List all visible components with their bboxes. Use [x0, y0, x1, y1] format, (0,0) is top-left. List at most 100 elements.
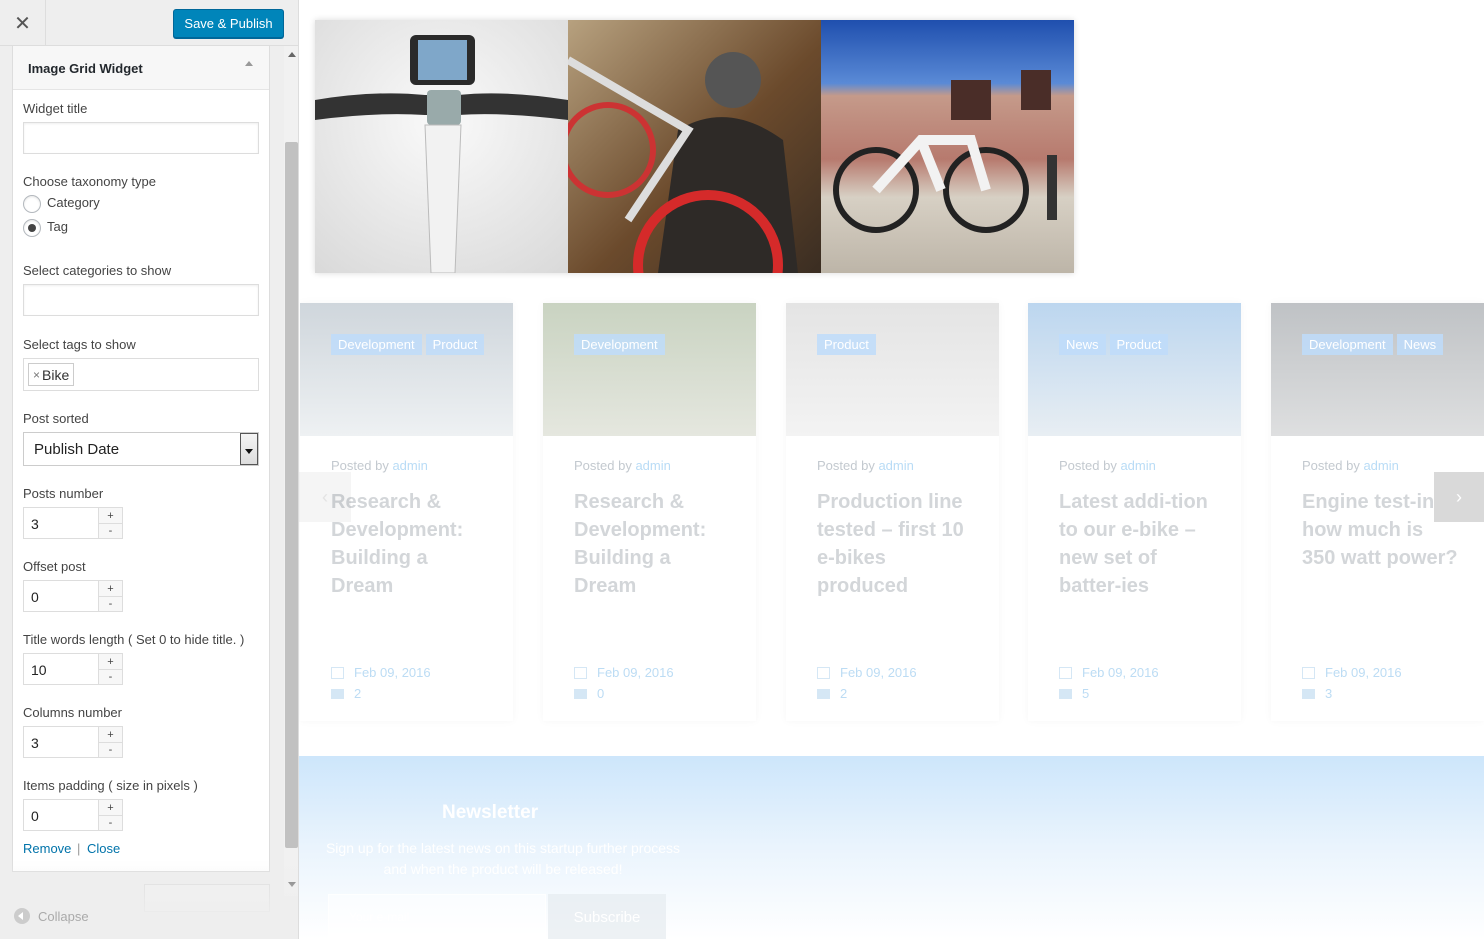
sort-select[interactable]: Publish Date — [23, 432, 259, 466]
tags-label: Select tags to show — [23, 337, 136, 352]
add-widget-button[interactable] — [144, 884, 270, 912]
increment-button[interactable]: + — [99, 800, 122, 815]
e-bike-in-street-image[interactable] — [821, 20, 1074, 273]
rider-carrying-bike-image[interactable] — [568, 20, 821, 273]
post-card[interactable]: Development Posted by admin Research & Dev… — [543, 303, 756, 721]
post-comments[interactable]: 2 — [331, 686, 361, 701]
post-tag-badge[interactable]: News — [1396, 334, 1444, 355]
rider-illustration — [568, 52, 798, 273]
author-link[interactable]: admin — [878, 458, 913, 473]
post-tag-badge[interactable]: Development — [331, 334, 422, 355]
decrement-button[interactable]: - — [99, 523, 122, 538]
offset-value: 0 — [31, 589, 39, 605]
comment-icon — [574, 688, 587, 699]
increment-button[interactable]: + — [99, 581, 122, 596]
post-tag-badge[interactable]: Development — [1302, 334, 1393, 355]
taxonomy-label: Choose taxonomy type — [23, 174, 156, 189]
calendar-icon — [1059, 666, 1072, 679]
post-tag-badge[interactable]: Product — [817, 334, 876, 355]
scrollbar-thumb[interactable] — [285, 142, 298, 848]
close-customizer-button[interactable]: ✕ — [0, 0, 46, 45]
post-date-text: Feb 09, 2016 — [354, 665, 431, 680]
post-date: Feb 09, 2016 — [1302, 665, 1402, 680]
increment-button[interactable]: + — [99, 508, 122, 523]
title-words-stepper[interactable]: 10 + - — [23, 653, 123, 685]
sidebar-scrollbar[interactable] — [284, 46, 298, 896]
posted-by-label: Posted by — [331, 458, 389, 473]
close-widget-link[interactable]: Close — [87, 841, 120, 856]
handlebar-with-phone-image[interactable] — [315, 20, 568, 273]
widget-title-input[interactable] — [23, 122, 259, 154]
columns-stepper[interactable]: 3 + - — [23, 726, 123, 758]
post-thumbnail[interactable] — [786, 303, 999, 436]
radio-tag[interactable] — [23, 219, 41, 237]
post-title[interactable]: Research & Development: Building a Dream — [331, 488, 491, 600]
increment-button[interactable]: + — [99, 727, 122, 742]
tags-select[interactable]: × Bike — [23, 358, 259, 391]
tag-remove-icon[interactable]: × — [33, 368, 40, 382]
street-bike-illustration — [833, 70, 1057, 233]
post-date: Feb 09, 2016 — [817, 665, 917, 680]
post-thumbnail[interactable] — [1028, 303, 1241, 436]
post-title[interactable]: Latest addi-tion to our e-bike – new set… — [1059, 488, 1219, 600]
decrement-button[interactable]: - — [99, 596, 122, 611]
collapse-arrow-icon[interactable] — [245, 61, 253, 66]
post-comments[interactable]: 3 — [1302, 686, 1332, 701]
post-thumbnail[interactable] — [300, 303, 513, 436]
posts-number-label: Posts number — [23, 486, 104, 501]
posts-number-stepper[interactable]: 3 + - — [23, 507, 123, 539]
post-title[interactable]: Production line tested – first 10 e-bike… — [817, 488, 977, 600]
post-tag-badge[interactable]: News — [1059, 334, 1106, 355]
link-separator: | — [77, 841, 81, 856]
post-comments[interactable]: 0 — [574, 686, 604, 701]
widget-title: Image Grid Widget — [28, 61, 143, 76]
radio-category[interactable] — [23, 195, 41, 213]
remove-widget-link[interactable]: Remove — [23, 841, 71, 856]
collapse-sidebar-button[interactable]: Collapse — [14, 908, 89, 924]
decrement-button[interactable]: - — [99, 669, 122, 684]
newsletter-subscribe-button[interactable]: Subscribe — [548, 894, 666, 939]
save-publish-button[interactable]: Save & Publish — [173, 9, 284, 38]
padding-value: 0 — [31, 808, 39, 824]
newsletter-email-input[interactable]: Your e-mail — [328, 894, 546, 939]
sort-select-value: Publish Date — [34, 441, 120, 458]
radio-tag-label: Tag — [47, 219, 68, 234]
post-comments[interactable]: 5 — [1059, 686, 1089, 701]
post-thumbnail[interactable] — [1271, 303, 1484, 436]
decrement-button[interactable]: - — [99, 815, 122, 830]
post-thumbnail[interactable] — [543, 303, 756, 436]
author-link[interactable]: admin — [635, 458, 670, 473]
author-link[interactable]: admin — [392, 458, 427, 473]
post-tags: Development — [574, 334, 734, 355]
post-tag-badge[interactable]: Product — [425, 334, 485, 355]
post-card[interactable]: News Product Posted by admin Latest addi-ti… — [1028, 303, 1241, 721]
decrement-button[interactable]: - — [99, 742, 122, 757]
carousel-next-button[interactable]: › — [1434, 472, 1484, 522]
padding-stepper[interactable]: 0 + - — [23, 799, 123, 831]
carousel-prev-button[interactable]: ‹ — [299, 472, 351, 522]
post-tag-badge[interactable]: Product — [1109, 334, 1169, 355]
scroll-up-arrow-icon[interactable] — [288, 52, 296, 57]
categories-select[interactable] — [23, 284, 259, 316]
post-meta-author: Posted by admin — [1059, 458, 1156, 473]
widget-header[interactable]: Image Grid Widget — [13, 46, 269, 90]
columns-value: 3 — [31, 735, 39, 751]
increment-button[interactable]: + — [99, 654, 122, 669]
customizer-header: ✕ Save & Publish — [0, 0, 298, 46]
post-title[interactable]: Research & Development: Building a Dream — [574, 488, 734, 600]
dropdown-arrow-icon[interactable] — [240, 433, 258, 465]
post-meta-author: Posted by admin — [331, 458, 428, 473]
author-link[interactable]: admin — [1363, 458, 1398, 473]
post-card[interactable]: Product Posted by admin Production line te… — [786, 303, 999, 721]
tag-chip-label: Bike — [42, 366, 70, 383]
post-tag-badge[interactable]: Development — [574, 334, 665, 355]
scroll-down-arrow-icon[interactable] — [288, 882, 296, 887]
columns-label: Columns number — [23, 705, 122, 720]
post-date: Feb 09, 2016 — [331, 665, 431, 680]
collapse-label: Collapse — [38, 908, 89, 924]
comment-count: 3 — [1325, 686, 1333, 701]
offset-stepper[interactable]: 0 + - — [23, 580, 123, 612]
post-meta-author: Posted by admin — [817, 458, 914, 473]
post-comments[interactable]: 2 — [817, 686, 847, 701]
author-link[interactable]: admin — [1120, 458, 1155, 473]
